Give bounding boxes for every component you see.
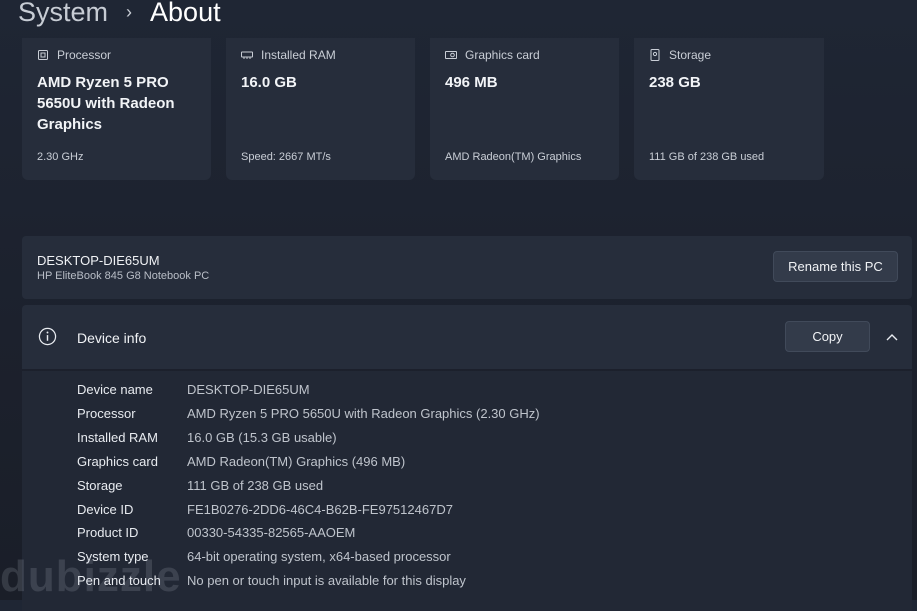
rename-pc-button[interactable]: Rename this PC (773, 251, 898, 282)
info-row-device-name: Device name DESKTOP-DIE65UM (22, 378, 912, 402)
processor-icon (38, 50, 48, 60)
info-value: FE1B0276-2DD6-46C4-B62B-FE97512467D7 (187, 502, 453, 517)
ram-card: Installed RAM 16.0 GB Speed: 2667 MT/s (226, 38, 415, 180)
processor-card-value: AMD Ryzen 5 PRO 5650U with Radeon Graphi… (37, 74, 175, 133)
info-row-processor: Processor AMD Ryzen 5 PRO 5650U with Rad… (22, 402, 912, 426)
info-row-graphics-card: Graphics card AMD Radeon(TM) Graphics (4… (22, 450, 912, 474)
storage-icon (650, 49, 660, 61)
pc-model: HP EliteBook 845 G8 Notebook PC (37, 270, 210, 282)
storage-card-label: Storage (669, 48, 712, 62)
processor-card: Processor AMD Ryzen 5 PRO 5650U with Rad… (22, 38, 211, 180)
info-key: Device name (77, 382, 153, 397)
device-info-title: Device info (77, 330, 147, 346)
page-title: About (150, 0, 221, 27)
copy-button[interactable]: Copy (785, 321, 870, 352)
graphics-card-value: 496 MB (445, 74, 498, 91)
ram-card-label: Installed RAM (261, 48, 336, 62)
info-value: AMD Radeon(TM) Graphics (496 MB) (187, 454, 406, 469)
chevron-up-icon[interactable] (886, 332, 898, 342)
info-key: Product ID (77, 525, 139, 540)
info-value: 16.0 GB (15.3 GB usable) (187, 430, 337, 445)
breadcrumb-system-link[interactable]: System (18, 0, 108, 28)
storage-card-sub: 111 GB of 238 GB used (649, 151, 765, 163)
info-row-device-id: Device ID FE1B0276-2DD6-46C4-B62B-FE9751… (22, 498, 912, 522)
info-key: Graphics card (77, 454, 158, 469)
info-value: DESKTOP-DIE65UM (187, 382, 310, 397)
pc-name-panel: DESKTOP-DIE65UM HP EliteBook 845 G8 Note… (22, 236, 912, 299)
info-row-storage: Storage 111 GB of 238 GB used (22, 474, 912, 498)
ram-card-value: 16.0 GB (241, 74, 297, 91)
processor-card-sub: 2.30 GHz (37, 151, 84, 163)
pc-name: DESKTOP-DIE65UM (37, 253, 160, 268)
info-value: 64-bit operating system, x64-based proce… (187, 549, 451, 564)
info-value: 111 GB of 238 GB used (187, 478, 324, 493)
storage-card: Storage 238 GB 111 GB of 238 GB used (634, 38, 824, 180)
info-value: No pen or touch input is available for t… (187, 573, 466, 588)
info-icon (38, 327, 57, 346)
breadcrumb-separator-icon: › (126, 1, 133, 22)
info-row-installed-ram: Installed RAM 16.0 GB (15.3 GB usable) (22, 426, 912, 450)
watermark-logo: dubizzle (0, 552, 182, 601)
info-key: Installed RAM (77, 430, 158, 445)
info-key: Storage (77, 478, 123, 493)
info-key: Processor (77, 406, 136, 421)
info-value: AMD Ryzen 5 PRO 5650U with Radeon Graphi… (187, 406, 540, 421)
breadcrumb: System › About (18, 0, 221, 32)
graphics-card-label: Graphics card (465, 48, 540, 62)
device-info-header[interactable]: Device info Copy (22, 305, 912, 369)
graphics-card-card: Graphics card 496 MB AMD Radeon(TM) Grap… (430, 38, 619, 180)
info-key: Device ID (77, 502, 134, 517)
storage-card-value: 238 GB (649, 74, 701, 91)
ram-card-sub: Speed: 2667 MT/s (241, 151, 331, 163)
graphics-card-sub: AMD Radeon(TM) Graphics (445, 151, 582, 163)
info-value: 00330-54335-82565-AAOEM (187, 525, 356, 540)
info-row-product-id: Product ID 00330-54335-82565-AAOEM (22, 521, 912, 545)
processor-card-label: Processor (57, 48, 112, 62)
ram-icon (241, 51, 253, 59)
graphics-card-icon (445, 51, 457, 59)
